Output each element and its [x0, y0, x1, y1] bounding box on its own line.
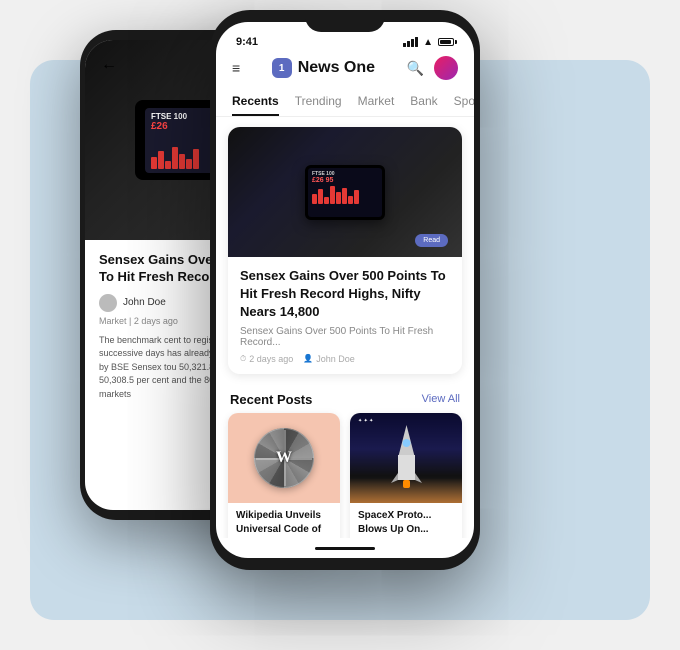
post-card-wikipedia[interactable]: W Wikipedia Unveils Universal Code of Co… [228, 413, 340, 538]
posts-grid: W Wikipedia Unveils Universal Code of Co… [216, 413, 474, 538]
post-image-spacex: ✦ ✦ ✦ [350, 413, 462, 503]
wiki-w-icon: W [276, 449, 292, 467]
hero-excerpt: Sensex Gains Over 500 Points To Hit Fres… [240, 326, 450, 348]
battery-icon [438, 38, 454, 46]
header-badge: 1 [272, 58, 292, 78]
search-icon[interactable]: 🔍 [407, 60, 424, 77]
header-actions: 🔍 [407, 56, 458, 80]
tab-sports[interactable]: Spor... [454, 88, 474, 116]
wifi-icon: ▲ [423, 37, 433, 48]
post-image-wikipedia: W [228, 413, 340, 503]
section-title: Recent Posts [230, 392, 312, 407]
back-arrow-icon[interactable]: ← [101, 56, 117, 74]
post-title-wikipedia: Wikipedia Unveils Universal Code of Cond… [236, 509, 332, 538]
home-indicator [216, 538, 474, 558]
author-icon: 👤 [303, 354, 313, 363]
hero-phone-mock: FTSE 100 £26 95 [305, 165, 385, 220]
post-card-spacex[interactable]: ✦ ✦ ✦ SpaceX Proto... Blows Up On... ⏱ 8… [350, 413, 462, 538]
tabs-row: Recents Trending Market Bank Spor... [216, 88, 474, 117]
tab-recents[interactable]: Recents [232, 88, 279, 116]
hero-meta: ⏱ 2 days ago 👤 John Doe [240, 354, 450, 364]
back-author-name: John Doe [123, 297, 166, 308]
hero-author: John Doe [316, 354, 355, 364]
hero-card[interactable]: FTSE 100 £26 95 [228, 127, 462, 374]
header-title: 1 News One [272, 58, 375, 78]
home-bar [315, 547, 375, 550]
post-content-spacex: SpaceX Proto... Blows Up On... ⏱ 8h ago [350, 503, 462, 538]
app-header: ≡ 1 News One 🔍 [216, 52, 474, 88]
post-content-wikipedia: Wikipedia Unveils Universal Code of Cond… [228, 503, 340, 538]
hero-article-title: Sensex Gains Over 500 Points To Hit Fres… [240, 267, 450, 322]
hamburger-icon[interactable]: ≡ [232, 60, 240, 76]
recent-posts-header: Recent Posts View All [216, 384, 474, 413]
post-title-spacex: SpaceX Proto... Blows Up On... [358, 509, 454, 537]
hero-image: FTSE 100 £26 95 [228, 127, 462, 257]
hero-ftse-value: £26 95 [312, 177, 378, 184]
hero-content: Sensex Gains Over 500 Points To Hit Fres… [228, 257, 462, 374]
user-avatar[interactable] [434, 56, 458, 80]
back-author-avatar [99, 294, 117, 312]
view-all-button[interactable]: View All [422, 393, 460, 405]
phone-front: 9:41 ▲ ≡ 1 News One [210, 10, 480, 570]
header-title-text: News One [298, 59, 375, 77]
status-time: 9:41 [236, 36, 258, 48]
hero-time: 2 days ago [249, 354, 293, 364]
signal-icon [403, 37, 418, 47]
stars-decoration: ✦ ✦ ✦ [358, 418, 373, 424]
hero-chart [312, 186, 378, 204]
tab-trending[interactable]: Trending [295, 88, 342, 116]
time-icon: ⏱ [240, 354, 246, 364]
phone-notch [305, 10, 385, 32]
scroll-content[interactable]: FTSE 100 £26 95 [216, 117, 474, 538]
status-icons: ▲ [403, 37, 454, 48]
tab-bank[interactable]: Bank [410, 88, 437, 116]
rocket-icon [389, 423, 424, 498]
tab-market[interactable]: Market [358, 88, 395, 116]
hero-cta-button[interactable]: Read [415, 234, 448, 247]
wiki-globe-icon: W [254, 428, 314, 488]
